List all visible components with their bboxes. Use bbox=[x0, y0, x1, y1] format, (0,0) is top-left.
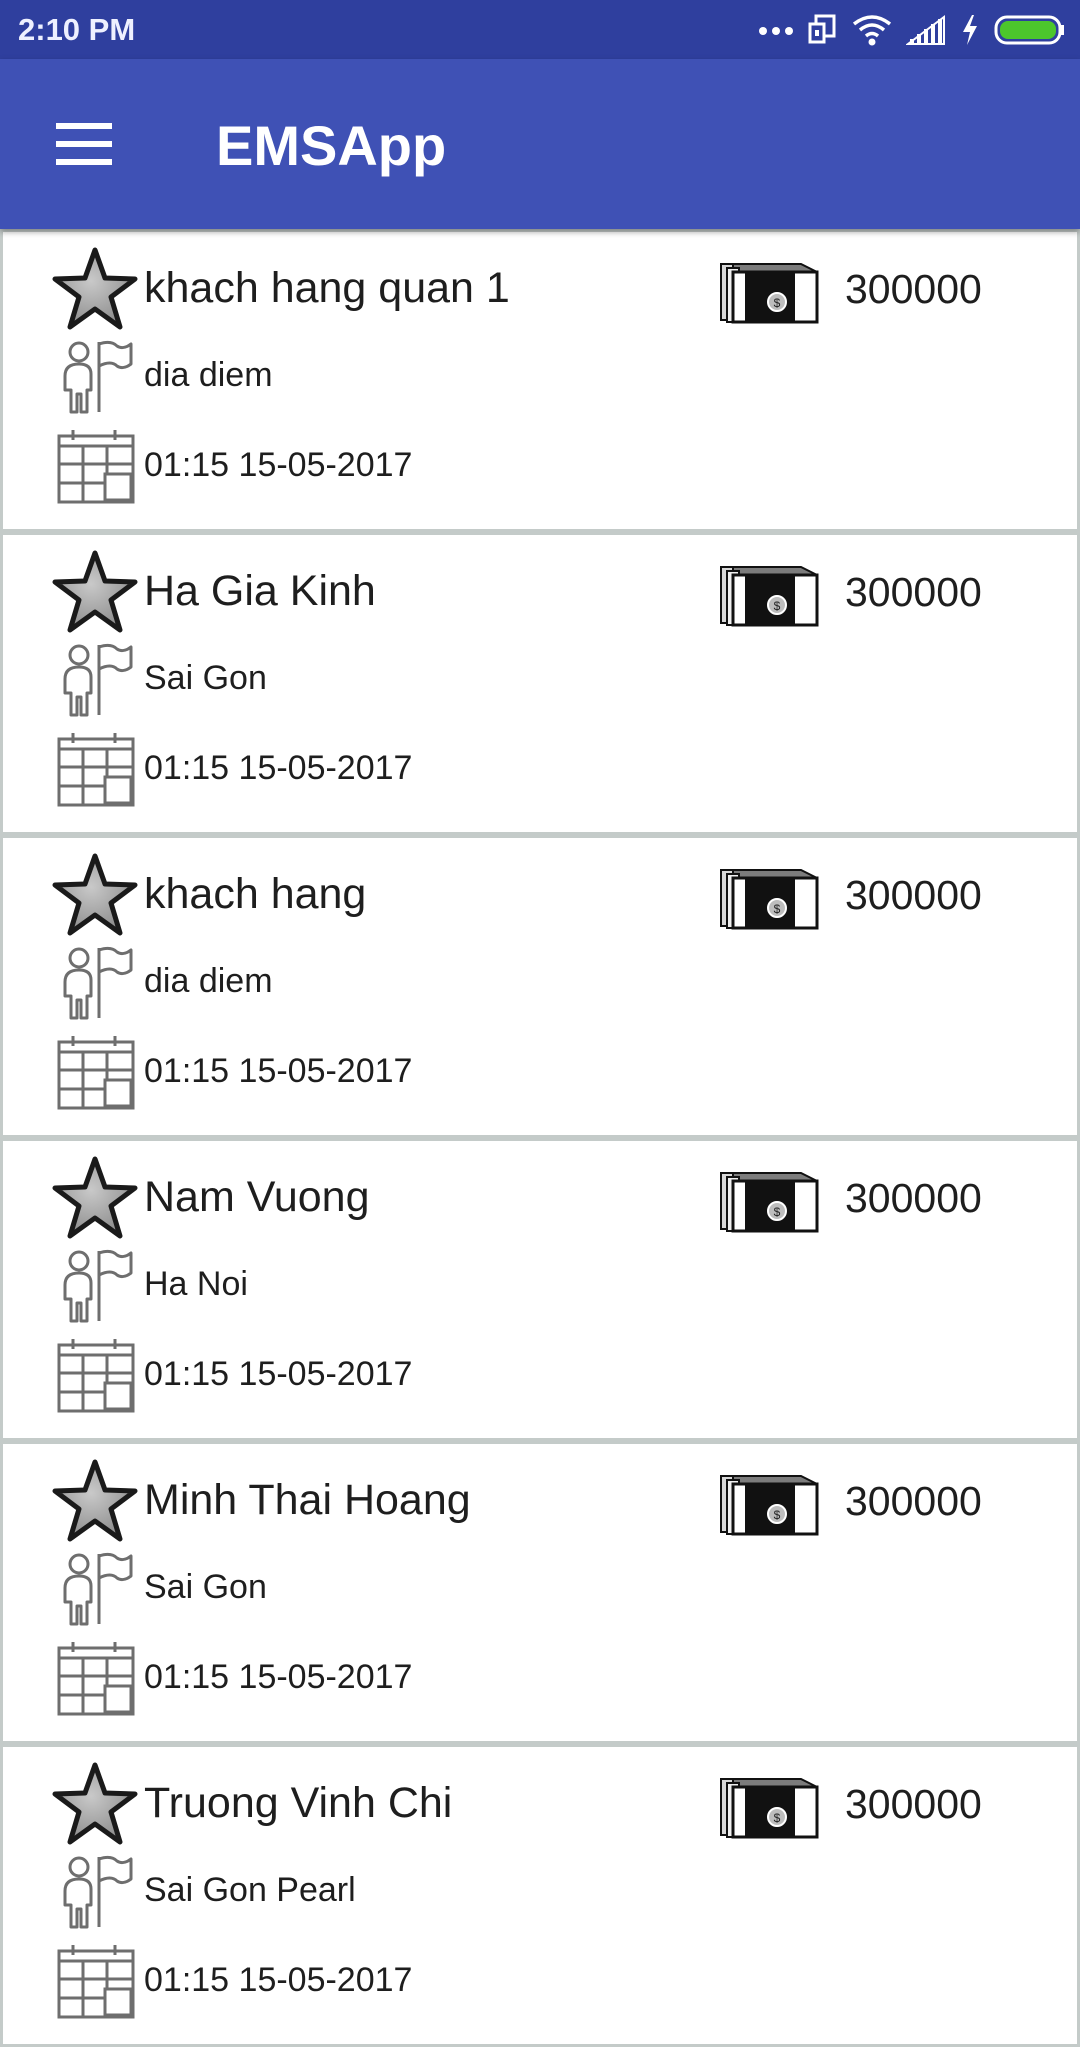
cash-stack-icon: $ bbox=[720, 566, 819, 627]
svg-text:$: $ bbox=[774, 1205, 781, 1219]
item-name: Ha Gia Kinh bbox=[144, 567, 376, 615]
more-dots-icon bbox=[759, 27, 793, 35]
calendar-icon bbox=[57, 1339, 135, 1413]
cash-stack-icon: $ bbox=[720, 869, 819, 930]
star-icon[interactable] bbox=[51, 1155, 139, 1243]
person-flag-icon bbox=[63, 1552, 133, 1626]
item-datetime: 01:15 15-05-2017 bbox=[144, 446, 413, 484]
calendar-icon bbox=[57, 430, 135, 504]
item-datetime: 01:15 15-05-2017 bbox=[144, 749, 413, 787]
item-location: Sai Gon bbox=[144, 659, 267, 697]
status-time: 2:10 PM bbox=[18, 12, 136, 47]
item-datetime: 01:15 15-05-2017 bbox=[144, 1355, 413, 1393]
wifi-icon bbox=[852, 15, 892, 46]
screen-cast-icon bbox=[808, 14, 836, 44]
calendar-icon bbox=[57, 733, 135, 807]
svg-text:$: $ bbox=[774, 296, 781, 310]
item-location: Sai Gon bbox=[144, 1568, 267, 1606]
svg-text:$: $ bbox=[774, 599, 781, 613]
person-flag-icon bbox=[63, 1249, 133, 1323]
cash-stack-icon: $ bbox=[720, 263, 819, 324]
person-flag-icon bbox=[63, 643, 133, 717]
customer-list: khach hang quan 1 $ 300000 dia diem 01:1… bbox=[0, 229, 1080, 2047]
calendar-icon bbox=[57, 1642, 135, 1716]
battery-icon bbox=[994, 15, 1064, 45]
signal-icon bbox=[906, 15, 945, 45]
item-name: khach hang quan 1 bbox=[144, 264, 510, 312]
app-bar: EMSApp bbox=[0, 59, 1080, 229]
person-flag-icon bbox=[63, 340, 133, 414]
item-name: Truong Vinh Chi bbox=[144, 1779, 453, 1827]
item-location: dia diem bbox=[144, 356, 273, 394]
list-item[interactable]: khach hang $ 300000 dia diem 01:15 15-05… bbox=[0, 835, 1080, 1138]
list-item[interactable]: khach hang quan 1 $ 300000 dia diem 01:1… bbox=[0, 229, 1080, 532]
hamburger-menu-icon[interactable] bbox=[38, 107, 130, 181]
list-item[interactable]: Minh Thai Hoang $ 300000 Sai Gon 01:15 1… bbox=[0, 1441, 1080, 1744]
item-name: khach hang bbox=[144, 870, 367, 918]
person-flag-icon bbox=[63, 946, 133, 1020]
charging-icon bbox=[963, 15, 977, 45]
item-amount: 300000 bbox=[845, 1478, 982, 1524]
item-name: Minh Thai Hoang bbox=[144, 1476, 471, 1524]
calendar-icon bbox=[57, 1945, 135, 2019]
item-name: Nam Vuong bbox=[144, 1173, 370, 1221]
person-flag-icon bbox=[63, 1855, 133, 1929]
list-item[interactable]: Ha Gia Kinh $ 300000 Sai Gon 01:15 15-05… bbox=[0, 532, 1080, 835]
item-location: Sai Gon Pearl bbox=[144, 1871, 356, 1909]
star-icon[interactable] bbox=[51, 852, 139, 940]
item-datetime: 01:15 15-05-2017 bbox=[144, 1961, 413, 1999]
item-amount: 300000 bbox=[845, 569, 982, 615]
item-amount: 300000 bbox=[845, 1175, 982, 1221]
status-bar: 2:10 PM bbox=[0, 0, 1080, 59]
star-icon[interactable] bbox=[51, 1458, 139, 1546]
list-item[interactable]: Nam Vuong $ 300000 Ha Noi 01:15 15-05-20… bbox=[0, 1138, 1080, 1441]
item-amount: 300000 bbox=[845, 266, 982, 312]
svg-text:$: $ bbox=[774, 1811, 781, 1825]
svg-text:$: $ bbox=[774, 1508, 781, 1522]
item-datetime: 01:15 15-05-2017 bbox=[144, 1658, 413, 1696]
item-datetime: 01:15 15-05-2017 bbox=[144, 1052, 413, 1090]
list-item[interactable]: Truong Vinh Chi $ 300000 Sai Gon Pearl 0… bbox=[0, 1744, 1080, 2047]
item-amount: 300000 bbox=[845, 872, 982, 918]
star-icon[interactable] bbox=[51, 246, 139, 334]
item-amount: 300000 bbox=[845, 1781, 982, 1827]
cash-stack-icon: $ bbox=[720, 1172, 819, 1233]
star-icon[interactable] bbox=[51, 1761, 139, 1849]
item-location: dia diem bbox=[144, 962, 273, 1000]
calendar-icon bbox=[57, 1036, 135, 1110]
cash-stack-icon: $ bbox=[720, 1475, 819, 1536]
item-location: Ha Noi bbox=[144, 1265, 248, 1303]
status-icons bbox=[758, 10, 1066, 50]
svg-text:$: $ bbox=[774, 902, 781, 916]
cash-stack-icon: $ bbox=[720, 1778, 819, 1839]
star-icon[interactable] bbox=[51, 549, 139, 637]
app-title: EMSApp bbox=[216, 114, 447, 177]
